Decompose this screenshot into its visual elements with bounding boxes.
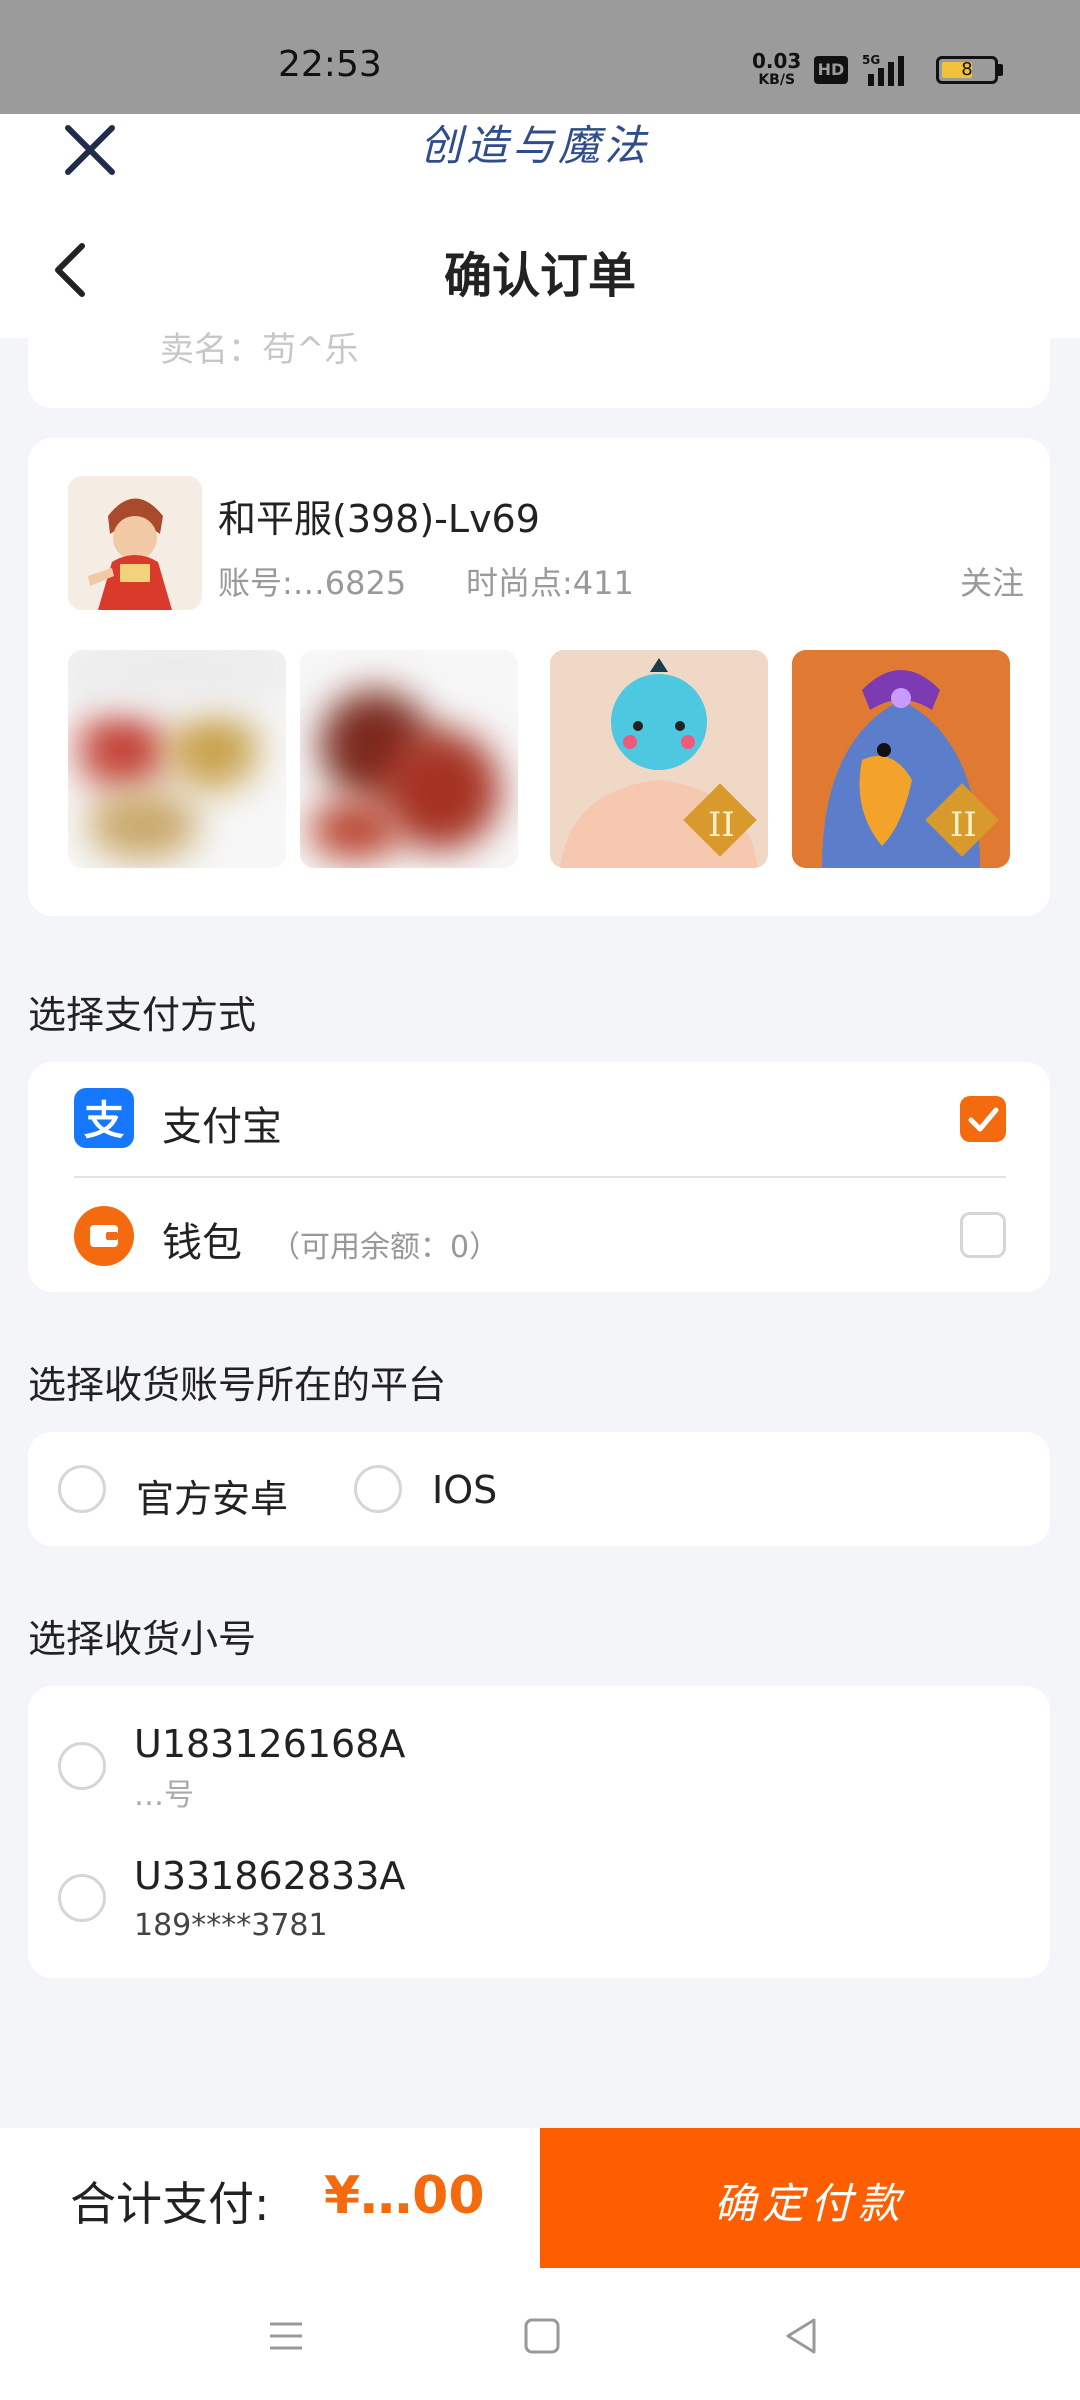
svg-text:支: 支 — [84, 1098, 124, 1144]
product-title: 和平服(398)-Lv69 — [218, 497, 540, 541]
item-thumbnail[interactable]: II — [550, 650, 768, 868]
signal-icon: 5G — [862, 52, 918, 88]
network-speed-unit: KB/S — [758, 72, 796, 88]
battery-tip — [998, 64, 1003, 76]
product-avatar — [68, 476, 202, 610]
alipay-icon: 支 — [74, 1088, 134, 1148]
payment-option-label[interactable]: 钱包 — [162, 1210, 242, 1268]
platform-label-ios[interactable]: IOS — [432, 1468, 497, 1512]
payment-section-title: 选择支付方式 — [28, 993, 257, 1037]
battery-icon: 8 — [936, 56, 998, 84]
menu-icon[interactable] — [262, 2312, 310, 2360]
total-label: 合计支付: — [70, 2177, 270, 2231]
close-icon[interactable] — [58, 118, 122, 182]
payment-option-label[interactable]: 支付宝 — [162, 1094, 282, 1152]
platform-section-title: 选择收货账号所在的平台 — [28, 1363, 447, 1407]
confirm-pay-button[interactable]: 确定付款 — [540, 2128, 1080, 2268]
confirm-pay-label: 确定付款 — [713, 2179, 906, 2228]
svg-text:II: II — [950, 805, 977, 845]
network-speed-value: 0.03 — [752, 49, 802, 73]
seller-name: 卖名：苟^乐 — [160, 330, 359, 370]
wallet-checkbox[interactable] — [960, 1212, 1006, 1258]
back-nav-icon[interactable] — [778, 2312, 826, 2360]
radio-account-2[interactable] — [58, 1874, 106, 1922]
hd-icon: HD — [814, 56, 848, 84]
follow-button[interactable]: 关注 — [960, 558, 1024, 604]
item-thumbnail[interactable]: II — [792, 650, 1010, 868]
divider — [74, 1176, 1006, 1178]
network-type: 5G — [862, 53, 880, 67]
product-account-id: 账号:…6825 — [218, 564, 407, 602]
home-icon[interactable] — [518, 2312, 566, 2360]
radio-android[interactable] — [58, 1465, 106, 1513]
wallet-balance: （可用余额：0） — [270, 1230, 500, 1265]
battery-level: 8 — [961, 59, 973, 80]
status-time: 22:53 — [278, 44, 382, 85]
check-icon — [968, 1107, 999, 1132]
brand-logo: 创造与魔法 — [420, 121, 651, 170]
item-thumbnail[interactable] — [68, 650, 286, 868]
page-title: 确认订单 — [443, 248, 636, 304]
network-speed: 0.03 KB/S — [752, 49, 802, 90]
accounts-section-title: 选择收货小号 — [28, 1617, 257, 1661]
status-bar — [0, 0, 1080, 114]
account-id[interactable]: U183126168A — [134, 1722, 405, 1766]
wallet-icon — [74, 1206, 134, 1266]
account-sub: 189****3781 — [134, 1908, 328, 1943]
account-id[interactable]: U331862833A — [134, 1854, 405, 1898]
total-amount: ¥…00 — [324, 2166, 485, 2226]
item-thumbnail[interactable] — [300, 650, 518, 868]
account-sub: …号 — [134, 1778, 194, 1813]
radio-ios[interactable] — [354, 1465, 402, 1513]
alipay-checkbox[interactable] — [960, 1096, 1006, 1142]
fashion-points: 时尚点:411 — [466, 564, 634, 602]
platform-label-android[interactable]: 官方安卓 — [136, 1468, 288, 1523]
svg-text:II: II — [708, 805, 735, 845]
radio-account-1[interactable] — [58, 1742, 106, 1790]
